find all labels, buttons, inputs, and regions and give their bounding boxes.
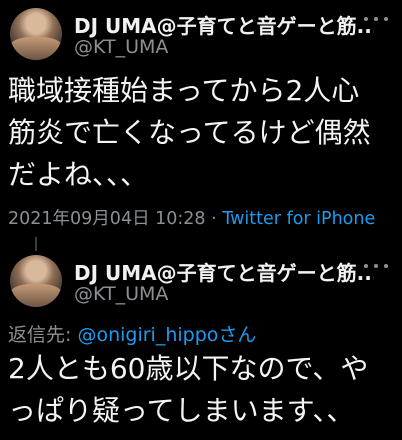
avatar[interactable] [10, 8, 62, 60]
tweet-text-line: っぱり疑ってしまいます、、 [8, 394, 355, 427]
more-dots-icon[interactable] [364, 14, 388, 24]
separator: · [211, 209, 217, 229]
tweet-text-line: 筋炎で亡くなってるけど偶然 [8, 116, 371, 149]
tweet-meta: 2021年09月04日 10:28 · Twitter for iPhone [8, 205, 375, 230]
tweet-text-line: だよね、、、 [8, 158, 149, 191]
reply-prefix: 返信先: [8, 324, 78, 346]
more-dots-icon[interactable] [364, 261, 388, 271]
display-name[interactable]: DJ UMA@子育てと音ゲーと筋... [74, 10, 374, 39]
tweet-text-line: 2人とも60歳以下なので、や [8, 352, 369, 385]
display-name[interactable]: DJ UMA@子育てと音ゲーと筋... [74, 257, 374, 286]
thread-connector [35, 237, 37, 251]
tweet-text-line: 職域接種始まってから2人心 [8, 74, 360, 107]
reply-mention-link[interactable]: @onigiri_hippoさん [77, 324, 256, 346]
tweet-text: 2人とも60歳以下なので、や っぱり疑ってしまいます、、 [8, 348, 400, 432]
tweet-text: 職域接種始まってから2人心 筋炎で亡くなってるけど偶然 だよね、、、 [8, 70, 400, 196]
reply-to: 返信先: @onigiri_hippoさん [8, 320, 256, 347]
user-handle[interactable]: @KT_UMA [74, 283, 168, 305]
user-handle[interactable]: @KT_UMA [74, 36, 168, 58]
avatar[interactable] [10, 255, 62, 307]
source-link[interactable]: Twitter for iPhone [222, 209, 375, 229]
timestamp[interactable]: 2021年09月04日 10:28 [8, 209, 206, 229]
